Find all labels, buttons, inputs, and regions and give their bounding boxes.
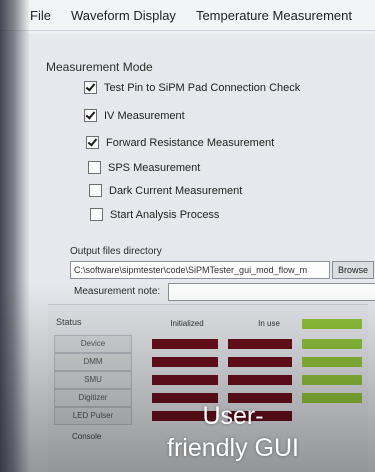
indicator-smu-busy bbox=[302, 357, 362, 367]
menu-file[interactable]: File bbox=[0, 8, 61, 23]
checkbox[interactable] bbox=[88, 161, 101, 174]
caption-line-1: User- bbox=[202, 402, 264, 430]
status-row-smu: SMU bbox=[54, 371, 132, 389]
status-row-device: Device bbox=[54, 335, 132, 353]
output-dir-label: Output files directory bbox=[70, 246, 162, 257]
output-dir-field[interactable]: C:\software\sipmtester\code\SiPMTester_g… bbox=[70, 261, 330, 279]
indicator-smu-initialized bbox=[152, 375, 218, 385]
indicator-dmm-initialized bbox=[152, 357, 218, 367]
option-label: Test Pin to SiPM Pad Connection Check bbox=[104, 81, 301, 94]
option-label: Forward Resistance Measurement bbox=[106, 136, 275, 149]
indicator-dmm-in-use bbox=[228, 357, 292, 367]
checkbox[interactable] bbox=[89, 184, 102, 197]
option-start-analysis[interactable]: Start Analysis Process bbox=[90, 208, 219, 221]
indicator-digitizer-busy bbox=[302, 375, 362, 385]
caption-line-2: friendly GUI bbox=[167, 434, 299, 462]
menu-temperature-measurement[interactable]: Temperature Measurement bbox=[186, 8, 362, 23]
status-title: Status bbox=[56, 317, 82, 327]
indicator-device-initialized bbox=[152, 339, 218, 349]
indicator-smu-in-use bbox=[228, 375, 292, 385]
app-window: File Waveform Display Temperature Measur… bbox=[0, 0, 375, 472]
option-dark-current[interactable]: Dark Current Measurement bbox=[89, 184, 242, 197]
measurement-mode-title: Measurement Mode bbox=[46, 60, 153, 74]
caption-overlay: User- friendly GUI bbox=[118, 400, 348, 464]
indicator-device-busy bbox=[302, 319, 362, 329]
checkbox[interactable] bbox=[84, 109, 97, 122]
console-label: Console bbox=[72, 432, 102, 441]
checkbox[interactable] bbox=[86, 136, 99, 149]
option-label: SPS Measurement bbox=[108, 161, 201, 174]
header-initialized: Initialized bbox=[170, 319, 204, 328]
checkbox[interactable] bbox=[90, 208, 103, 221]
measurement-note-label: Measurement note: bbox=[74, 286, 161, 297]
option-iv-measurement[interactable]: IV Measurement bbox=[84, 109, 185, 122]
option-label: IV Measurement bbox=[104, 109, 185, 122]
checkbox[interactable] bbox=[84, 81, 97, 94]
indicator-dmm-busy bbox=[302, 339, 362, 349]
option-sps-measurement[interactable]: SPS Measurement bbox=[88, 161, 200, 174]
option-label: Dark Current Measurement bbox=[109, 184, 243, 197]
option-label: Start Analysis Process bbox=[110, 208, 220, 221]
indicator-device-in-use bbox=[228, 339, 292, 349]
menu-waveform-display[interactable]: Waveform Display bbox=[61, 8, 186, 23]
status-row-dmm: DMM bbox=[54, 353, 132, 371]
header-in-use: In use bbox=[258, 319, 280, 328]
measurement-note-field[interactable] bbox=[168, 283, 375, 301]
option-forward-resistance[interactable]: Forward Resistance Measurement bbox=[86, 136, 274, 149]
option-pin-connection-check[interactable]: Test Pin to SiPM Pad Connection Check bbox=[84, 81, 300, 94]
menu-bar: File Waveform Display Temperature Measur… bbox=[0, 0, 375, 31]
browse-button[interactable]: Browse bbox=[332, 261, 374, 279]
